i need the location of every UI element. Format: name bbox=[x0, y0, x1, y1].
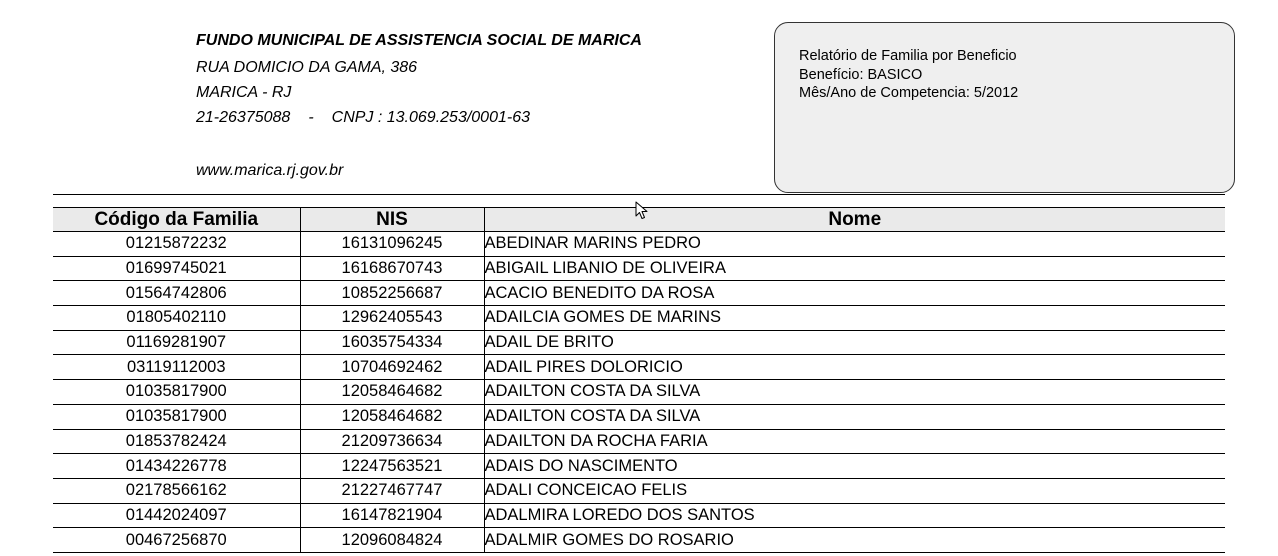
header-divider bbox=[53, 194, 1225, 195]
nis-cell: 21227467747 bbox=[299, 478, 484, 504]
table-row: 01035817900 12058464682 ADAILTON COSTA DA … bbox=[53, 404, 1225, 430]
mouse-pointer-icon bbox=[635, 201, 648, 219]
report-title: Relatório de Familia por Beneficio bbox=[799, 48, 1017, 64]
name-cell: ABEDINAR MARINS PEDRO bbox=[483, 231, 1225, 257]
table-row: 01442024097 16147821904 ADALMIRA LOREDO DO… bbox=[53, 503, 1225, 529]
organization-address: RUA DOMICIO DA GAMA, 386 bbox=[196, 59, 418, 76]
nis-cell: 12962405543 bbox=[299, 305, 484, 331]
table-row: 01564742806 10852256687 ACACIO BENEDITO DA… bbox=[53, 280, 1225, 307]
name-cell: ADALI CONCEICAO FELIS bbox=[483, 478, 1225, 504]
table-row: 01169281907 16035754334 ADAIL DE BRITO bbox=[53, 330, 1225, 356]
organization-cnpj: CNPJ : 13.069.253/0001-63 bbox=[331, 109, 530, 126]
column-header-name: Nome bbox=[483, 207, 1225, 232]
nis-cell: 16168670743 bbox=[299, 256, 484, 282]
family-code-cell: 01442024097 bbox=[53, 503, 300, 529]
table-row: 02178566162 21227467747 ADALI CONCEICAO FE… bbox=[53, 478, 1225, 504]
nis-cell: 12058464682 bbox=[299, 404, 484, 430]
table-row: 01699745021 16168670743 ABIGAIL LIBANIO DE… bbox=[53, 256, 1225, 282]
name-cell: ADAILTON COSTA DA SILVA bbox=[483, 379, 1225, 405]
organization-header: FUNDO MUNICIPAL DE ASSISTENCIA SOCIAL DE… bbox=[196, 30, 756, 130]
family-code-cell: 01564742806 bbox=[53, 280, 300, 307]
family-table: Código da Familia NIS Nome 01215872232 16… bbox=[53, 207, 1225, 553]
report-period: Mês/Ano de Competencia: 5/2012 bbox=[799, 85, 1019, 101]
name-cell: ADAILTON DA ROCHA FARIA bbox=[483, 429, 1225, 455]
family-code-cell: 01035817900 bbox=[53, 379, 300, 405]
table-row: 01853782424 21209736634 ADAILTON DA ROCHA … bbox=[53, 429, 1225, 455]
table-row: 01215872232 16131096245 ABEDINAR MARINS PE… bbox=[53, 231, 1225, 257]
nis-cell: 10852256687 bbox=[299, 280, 484, 307]
family-code-cell: 03119112003 bbox=[53, 354, 300, 381]
name-cell: ADAIL DE BRITO bbox=[483, 330, 1225, 356]
family-code-cell: 01035817900 bbox=[53, 404, 300, 430]
table-row: 01434226778 12247563521 ADAIS DO NASCIMENT… bbox=[53, 453, 1225, 479]
name-cell: ADAIS DO NASCIMENTO bbox=[483, 453, 1225, 479]
organization-name: FUNDO MUNICIPAL DE ASSISTENCIA SOCIAL DE… bbox=[196, 32, 642, 49]
organization-website: www.marica.rj.gov.br bbox=[196, 162, 344, 179]
nis-cell: 12247563521 bbox=[299, 453, 484, 479]
family-code-cell: 01169281907 bbox=[53, 330, 300, 356]
nis-cell: 12058464682 bbox=[299, 379, 484, 405]
organization-phone: 21-26375088 bbox=[196, 109, 291, 126]
nis-cell: 16131096245 bbox=[299, 231, 484, 257]
name-cell: ADALMIRA LOREDO DOS SANTOS bbox=[483, 503, 1225, 529]
table-row: 01035817900 12058464682 ADAILTON COSTA DA … bbox=[53, 379, 1225, 405]
family-code-cell: 01699745021 bbox=[53, 256, 300, 282]
table-row: 01805402110 12962405543 ADAILCIA GOMES DE … bbox=[53, 305, 1225, 331]
name-cell: ADAILCIA GOMES DE MARINS bbox=[483, 305, 1225, 331]
table-row: 03119112003 10704692462 ADAIL PIRES DOLORI… bbox=[53, 354, 1225, 381]
nis-cell: 10704692462 bbox=[299, 354, 484, 381]
family-code-cell: 00467256870 bbox=[53, 527, 300, 553]
report-benefit: Benefício: BASICO bbox=[799, 66, 923, 83]
nis-cell: 16147821904 bbox=[299, 503, 484, 529]
table-row: 00467256870 12096084824 ADALMIR GOMES DO R… bbox=[53, 527, 1225, 553]
family-code-cell: 01805402110 bbox=[53, 305, 300, 331]
family-code-cell: 01853782424 bbox=[53, 429, 300, 455]
name-cell: ACACIO BENEDITO DA ROSA bbox=[483, 280, 1225, 307]
report-info-box: Relatório de Familia por Beneficio Benef… bbox=[774, 22, 1235, 193]
column-header-code: Código da Familia bbox=[53, 207, 300, 232]
family-code-cell: 01215872232 bbox=[53, 231, 300, 257]
organization-city: MARICA - RJ bbox=[196, 84, 292, 101]
family-code-cell: 02178566162 bbox=[53, 478, 300, 504]
column-header-nis: NIS bbox=[299, 207, 484, 232]
nis-cell: 21209736634 bbox=[299, 429, 484, 455]
name-cell: ADAILTON COSTA DA SILVA bbox=[483, 404, 1225, 430]
nis-cell: 12096084824 bbox=[299, 527, 484, 553]
name-cell: ADALMIR GOMES DO ROSARIO bbox=[483, 527, 1225, 553]
name-cell: ADAIL PIRES DOLORICIO bbox=[483, 354, 1225, 381]
contact-separator: - bbox=[308, 109, 314, 126]
name-cell: ABIGAIL LIBANIO DE OLIVEIRA bbox=[483, 256, 1225, 282]
family-code-cell: 01434226778 bbox=[53, 453, 300, 479]
nis-cell: 16035754334 bbox=[299, 330, 484, 356]
organization-contact: 21-26375088- CNPJ : 13.069.253/0001-63 bbox=[196, 105, 756, 130]
